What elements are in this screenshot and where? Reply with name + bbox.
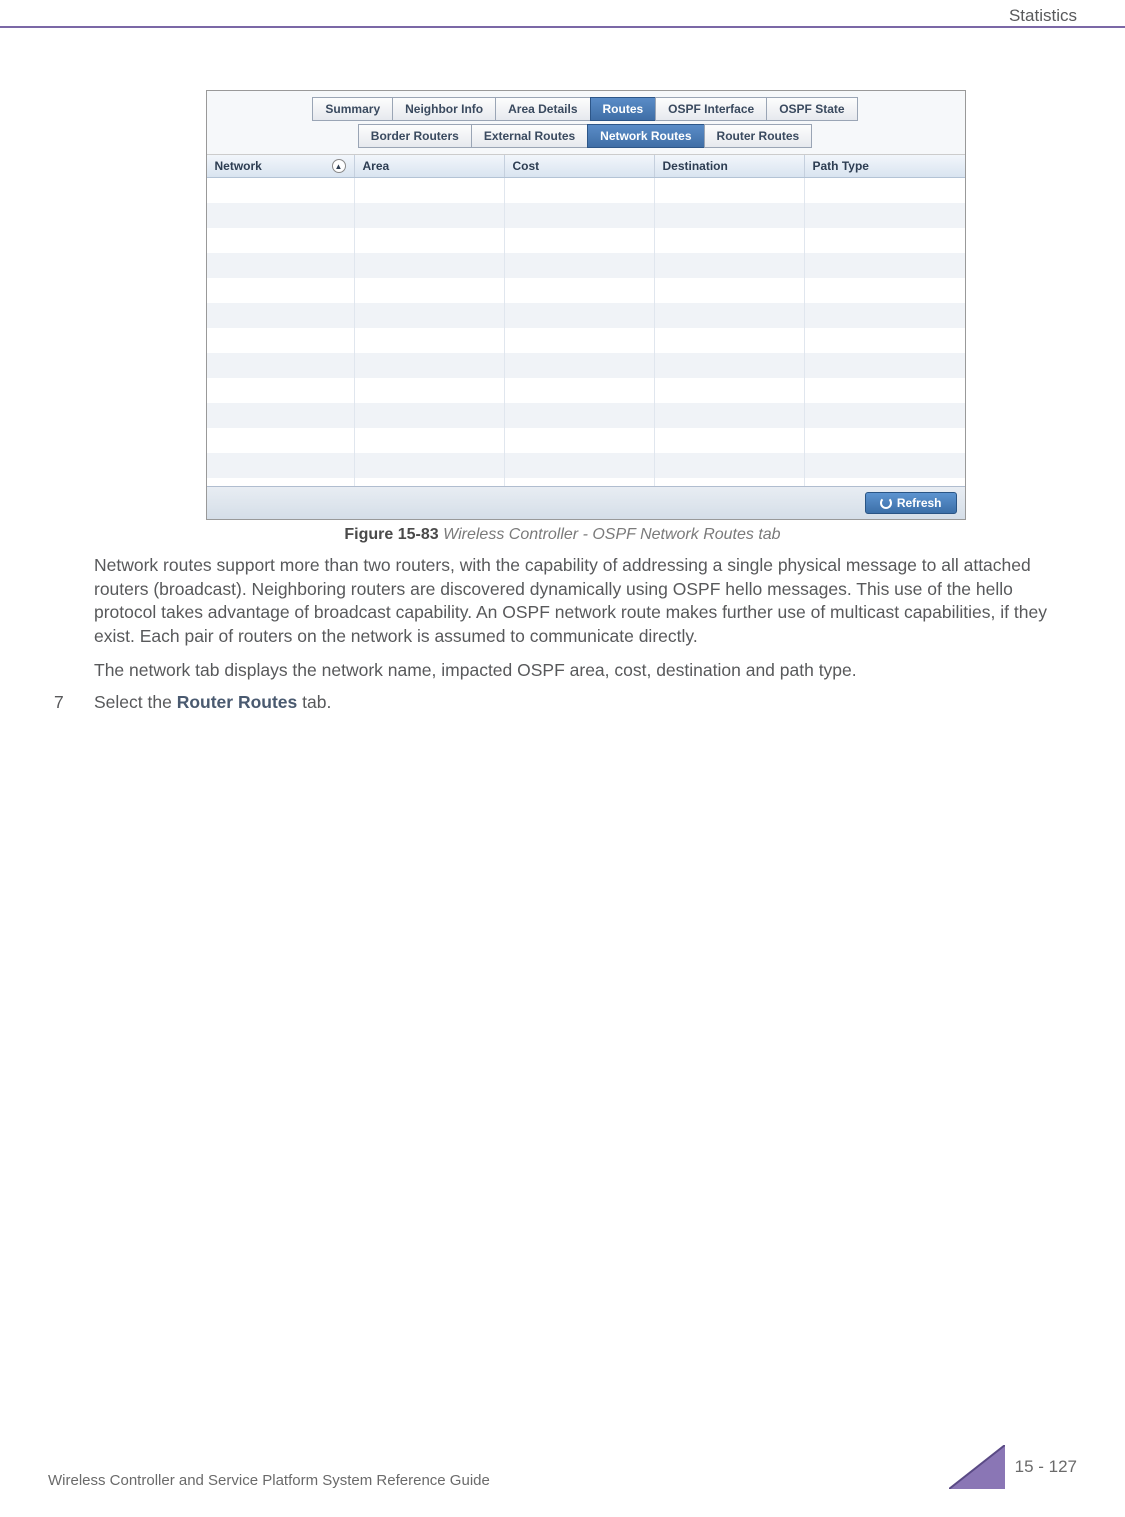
table-col-network — [207, 178, 355, 486]
table-col-path-type — [805, 178, 965, 486]
table-header-row: Network ▲ Area Cost Destination Path Typ… — [207, 155, 965, 178]
tab-summary[interactable]: Summary — [312, 97, 393, 121]
step-link-router-routes: Router Routes — [177, 692, 298, 712]
table-col-area — [355, 178, 505, 486]
column-header-cost[interactable]: Cost — [505, 155, 655, 177]
tab-routes[interactable]: Routes — [590, 97, 657, 121]
tabs-top-row: Summary Neighbor Info Area Details Route… — [207, 91, 965, 124]
header-section-title: Statistics — [1009, 6, 1077, 26]
paragraph-network-tab: The network tab displays the network nam… — [94, 659, 1077, 683]
tabs-sub-row: Border Routers External Routes Network R… — [207, 124, 965, 154]
header-divider — [0, 26, 1125, 28]
tab-router-routes[interactable]: Router Routes — [704, 124, 813, 148]
tab-neighbor-info[interactable]: Neighbor Info — [392, 97, 496, 121]
figure-title: Wireless Controller - OSPF Network Route… — [443, 526, 780, 543]
page-flag-icon — [949, 1445, 1005, 1489]
step-7: 7 Select the Router Routes tab. — [48, 692, 1077, 713]
step-suffix: tab. — [297, 692, 331, 712]
refresh-button-label: Refresh — [897, 496, 942, 510]
figure-caption: Figure 15-83 Wireless Controller - OSPF … — [48, 526, 1077, 544]
column-header-destination[interactable]: Destination — [655, 155, 805, 177]
column-header-network[interactable]: Network ▲ — [207, 155, 355, 177]
app-frame: Summary Neighbor Info Area Details Route… — [206, 90, 966, 520]
page-footer: Wireless Controller and Service Platform… — [48, 1445, 1077, 1489]
step-prefix: Select the — [94, 692, 177, 712]
table-body — [207, 178, 965, 486]
tab-network-routes[interactable]: Network Routes — [587, 124, 704, 148]
footer-guide-title: Wireless Controller and Service Platform… — [48, 1472, 490, 1489]
table-footer-bar: Refresh — [207, 486, 965, 519]
table-col-cost — [505, 178, 655, 486]
tab-border-routers[interactable]: Border Routers — [358, 124, 472, 148]
content-area: Summary Neighbor Info Area Details Route… — [48, 90, 1077, 713]
footer-right: 15 - 127 — [949, 1445, 1077, 1489]
step-number: 7 — [48, 692, 94, 713]
routes-table: Network ▲ Area Cost Destination Path Typ… — [207, 154, 965, 519]
column-header-network-label: Network — [215, 159, 262, 173]
paragraph-network-routes: Network routes support more than two rou… — [94, 554, 1077, 649]
page-number: 15 - 127 — [1015, 1457, 1077, 1477]
sort-asc-icon[interactable]: ▲ — [332, 159, 346, 173]
tab-ospf-interface[interactable]: OSPF Interface — [655, 97, 767, 121]
table-col-destination — [655, 178, 805, 486]
refresh-button[interactable]: Refresh — [865, 492, 957, 514]
tab-area-details[interactable]: Area Details — [495, 97, 590, 121]
column-header-path-type[interactable]: Path Type — [805, 155, 965, 177]
step-body: Select the Router Routes tab. — [94, 692, 1077, 713]
tab-external-routes[interactable]: External Routes — [471, 124, 588, 148]
figure-number: Figure 15-83 — [344, 526, 438, 543]
column-header-area[interactable]: Area — [355, 155, 505, 177]
refresh-icon — [880, 497, 892, 509]
screenshot-figure: Summary Neighbor Info Area Details Route… — [94, 90, 1077, 520]
tab-ospf-state[interactable]: OSPF State — [766, 97, 857, 121]
